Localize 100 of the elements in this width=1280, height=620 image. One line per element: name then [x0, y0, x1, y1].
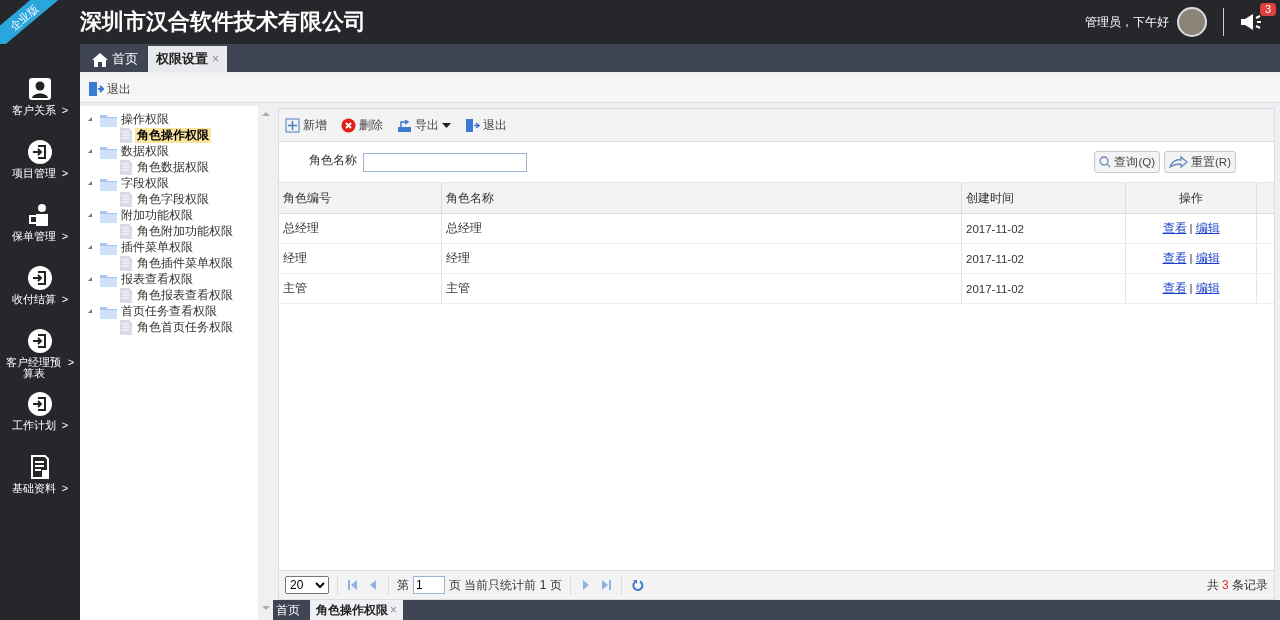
expand-toggle-icon[interactable] [88, 213, 92, 217]
tab[interactable]: 角色操作权限 × [310, 600, 403, 620]
expand-toggle-icon[interactable] [88, 149, 92, 153]
link[interactable]: 查看 [1162, 282, 1187, 294]
sidebar-item[interactable]: 项目管理 > [0, 137, 80, 200]
column-header: 创建时间 [961, 183, 1126, 214]
delete-button[interactable]: 删除 [341, 116, 383, 134]
page-info: 页 当前只统计前 1 页 [449, 576, 562, 594]
field-label: 角色名称 [309, 152, 357, 169]
sign-in-icon [28, 392, 52, 416]
tree-node[interactable]: 插件菜单权限 [86, 239, 258, 255]
page-icon [119, 127, 133, 143]
tree-node[interactable]: 附加功能权限 [86, 207, 258, 223]
page-icon [119, 159, 133, 175]
table-cell: 经理 [441, 243, 962, 274]
page-icon [119, 287, 133, 303]
separator: | [1189, 252, 1193, 264]
last-page-icon [601, 580, 611, 590]
table-cell: 主管 [279, 273, 442, 304]
sidebar-item[interactable]: 收付结算 > [0, 263, 80, 326]
exit-button[interactable]: 退出 [465, 116, 507, 134]
user-greeting: 管理员，下午好 [1085, 13, 1169, 31]
tree-node[interactable]: 角色附加功能权限 [86, 223, 258, 239]
avatar[interactable] [1177, 7, 1207, 37]
page-icon [119, 319, 133, 335]
table-cell: 2017-11-02 [961, 213, 1126, 244]
table-cell: 经理 [279, 243, 442, 274]
sidebar-item[interactable]: 工作计划 > [0, 389, 80, 452]
table-cell: 2017-11-02 [961, 243, 1126, 274]
reset-button[interactable]: 重置(R) [1164, 151, 1236, 173]
tab[interactable]: 权限设置 × [148, 46, 227, 72]
link[interactable]: 查看 [1162, 252, 1187, 264]
redo-icon [1169, 155, 1189, 169]
expand-toggle-icon[interactable] [88, 181, 92, 185]
search-icon [1099, 156, 1112, 168]
sidebar-item[interactable]: 客户关系 > [0, 74, 80, 137]
page-icon [119, 223, 133, 239]
caret-icon [442, 122, 451, 128]
tree-node[interactable]: 角色首页任务权限 [86, 319, 258, 335]
sidebar-item[interactable]: 客户经理预算表 > [0, 326, 80, 389]
megaphone-icon [1240, 12, 1262, 32]
table-cell: 总经理 [279, 213, 442, 244]
tab[interactable]: 首页 [270, 600, 306, 620]
column-header: 角色名称 [441, 183, 962, 214]
page-number-field[interactable]: 1 [413, 576, 445, 594]
tab[interactable]: 首页 [84, 46, 146, 72]
link[interactable]: 编辑 [1195, 282, 1220, 294]
document-icon [28, 455, 52, 479]
page-icon [119, 255, 133, 271]
record-count: 共 3 条记录 [1206, 576, 1268, 594]
role-name-field[interactable] [363, 152, 527, 172]
exit-button[interactable]: 退出 [88, 80, 131, 98]
next-page-icon [580, 580, 590, 590]
separator: | [1189, 222, 1193, 234]
table-cell: 主管 [441, 273, 962, 304]
tree-node[interactable]: 角色字段权限 [86, 191, 258, 207]
page-icon [119, 191, 133, 207]
tree-node[interactable]: 角色数据权限 [86, 159, 258, 175]
table-cell: 2017-11-02 [961, 273, 1126, 304]
query-button[interactable]: 查询(Q) [1094, 151, 1161, 173]
tree-node[interactable]: 角色报表查看权限 [86, 287, 258, 303]
plus-icon [285, 117, 300, 133]
refresh-icon [631, 579, 644, 591]
expand-toggle-icon[interactable] [88, 245, 92, 249]
company-title: 深圳市汉合软件技术有限公司 [80, 8, 366, 36]
table-cell: 总经理 [441, 213, 962, 244]
tree-node[interactable]: 报表查看权限 [86, 271, 258, 287]
export-icon [397, 117, 412, 133]
tree-node[interactable]: 首页任务查看权限 [86, 303, 258, 319]
expand-toggle-icon[interactable] [88, 117, 92, 121]
add-button[interactable]: 新增 [285, 116, 327, 134]
sign-in-icon [28, 266, 52, 290]
link[interactable]: 编辑 [1195, 222, 1220, 234]
column-header: 操作 [1125, 183, 1257, 214]
export-button[interactable]: 导出 [397, 116, 451, 134]
exit-icon [465, 117, 480, 133]
tree-node[interactable]: 字段权限 [86, 175, 258, 191]
tree-node[interactable]: 操作权限 [86, 111, 258, 127]
sidebar-item[interactable]: 保单管理 > [0, 200, 80, 263]
tree-node[interactable]: 角色操作权限 [86, 127, 258, 143]
delete-icon [341, 117, 356, 133]
sign-in-icon [28, 329, 52, 353]
tree-node[interactable]: 数据权限 [86, 143, 258, 159]
notification-badge: 3 [1259, 3, 1276, 16]
refresh-button[interactable] [629, 579, 646, 591]
expand-toggle-icon[interactable] [88, 309, 92, 313]
sign-in-icon [28, 140, 52, 164]
column-header: 角色编号 [279, 183, 442, 214]
tree-node[interactable]: 角色插件菜单权限 [86, 255, 258, 271]
home-icon [92, 51, 108, 67]
previous-page-icon [369, 580, 378, 590]
link[interactable]: 编辑 [1195, 252, 1220, 264]
sidebar-item[interactable]: 基础资料 > [0, 452, 80, 515]
page-label: 第 [397, 576, 409, 594]
separator: | [1189, 282, 1193, 294]
first-page-icon [348, 580, 357, 590]
page-size-select[interactable]: 20 [285, 576, 329, 594]
expand-toggle-icon[interactable] [88, 277, 92, 281]
link[interactable]: 查看 [1162, 222, 1187, 234]
person-icon [28, 77, 52, 101]
